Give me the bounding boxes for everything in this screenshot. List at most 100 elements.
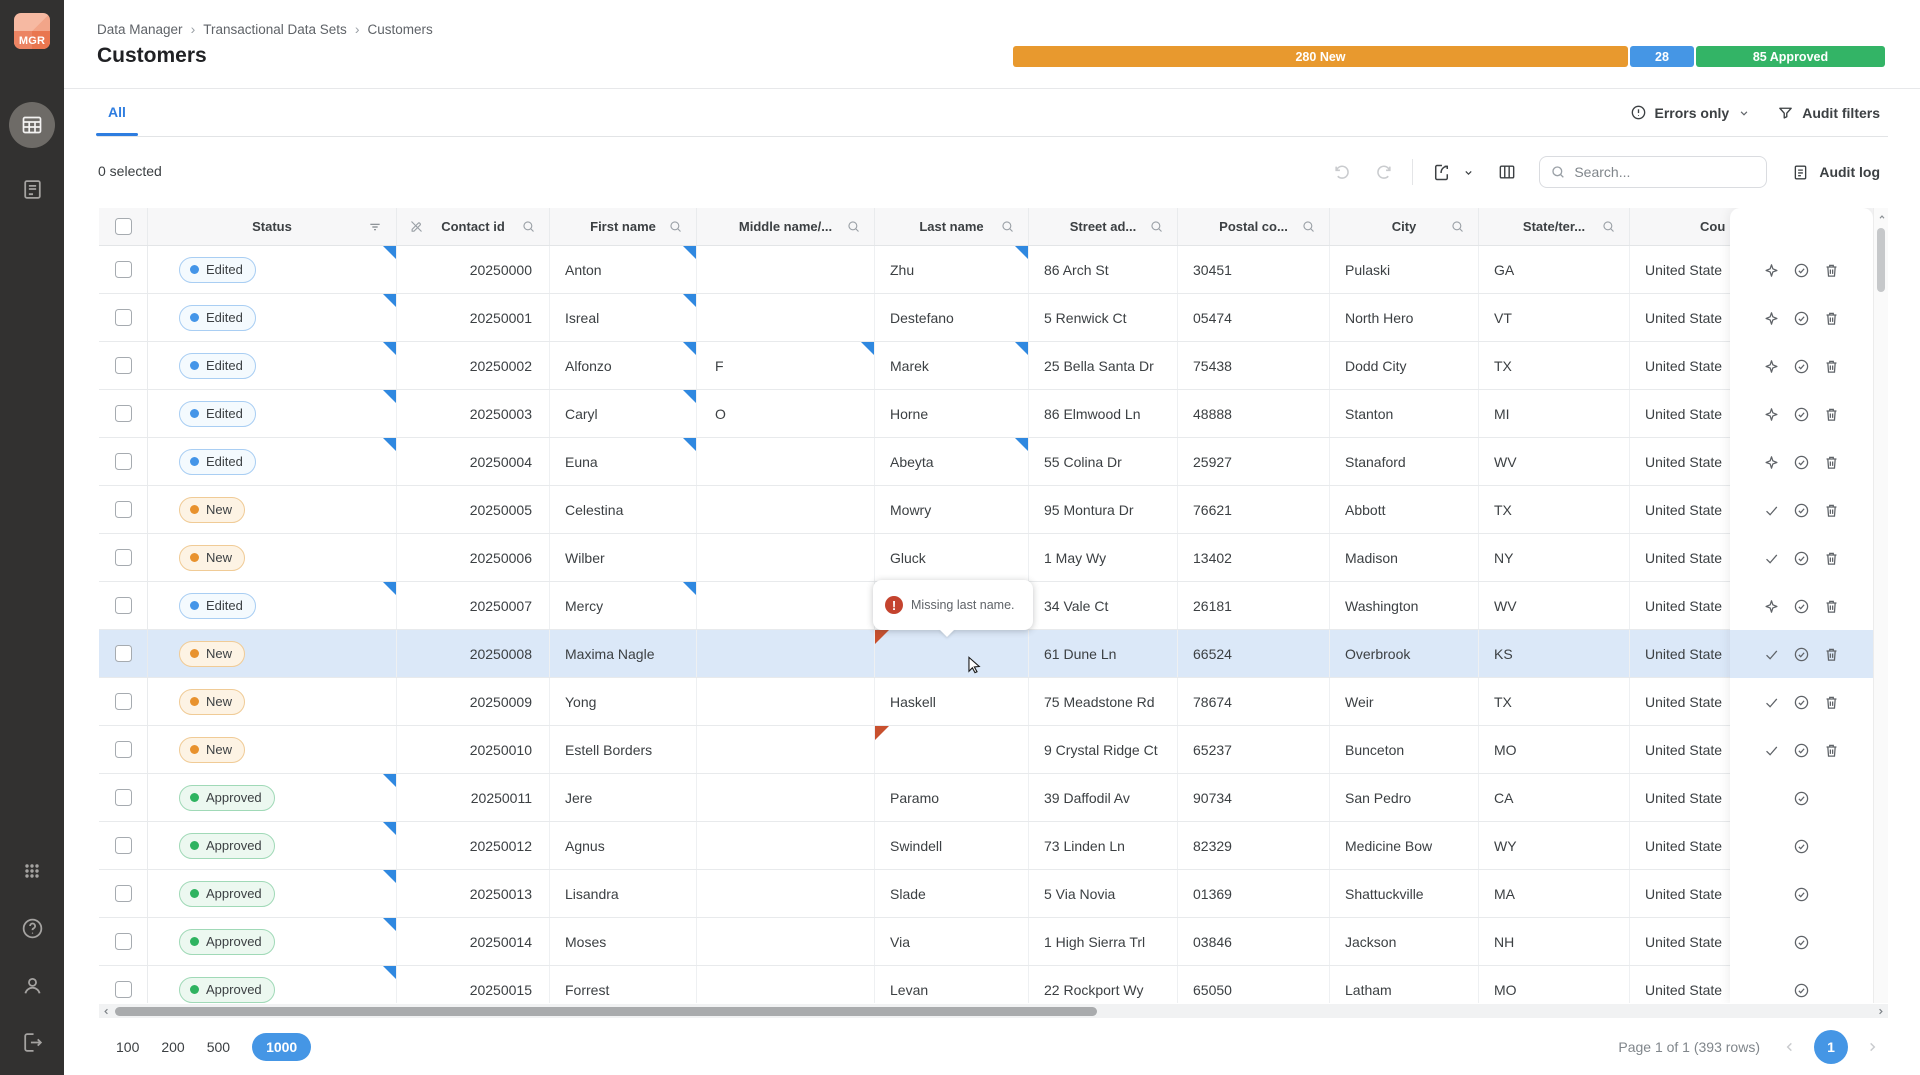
page-number-button[interactable]: 1 <box>1814 1030 1848 1064</box>
verify-circle-icon[interactable] <box>1793 886 1810 903</box>
restore-icon[interactable] <box>1763 598 1780 615</box>
verify-circle-icon[interactable] <box>1793 742 1810 759</box>
export-chevron-down-icon[interactable] <box>1462 166 1475 179</box>
filter-icon[interactable] <box>367 219 383 235</box>
tab-all[interactable]: All <box>96 104 138 120</box>
verify-circle-icon[interactable] <box>1793 598 1810 615</box>
export-button[interactable] <box>1431 162 1452 183</box>
delete-icon[interactable] <box>1823 502 1840 519</box>
restore-icon[interactable] <box>1763 406 1780 423</box>
verify-circle-icon[interactable] <box>1793 838 1810 855</box>
undo-button[interactable] <box>1332 162 1352 182</box>
column-search-icon[interactable] <box>846 219 861 234</box>
column-header-street[interactable]: Street ad... <box>1029 208 1178 245</box>
audit-log-button[interactable]: Audit log <box>1791 163 1880 182</box>
row-checkbox[interactable] <box>115 693 132 710</box>
row-checkbox[interactable] <box>115 549 132 566</box>
search-input[interactable] <box>1574 164 1756 180</box>
row-checkbox[interactable] <box>115 501 132 518</box>
scroll-up-icon[interactable] <box>1875 211 1888 223</box>
sidebar-item-logout[interactable] <box>19 1029 45 1055</box>
column-header-city[interactable]: City <box>1330 208 1479 245</box>
delete-icon[interactable] <box>1823 550 1840 567</box>
row-checkbox[interactable] <box>115 837 132 854</box>
verify-circle-icon[interactable] <box>1793 550 1810 567</box>
redo-button[interactable] <box>1374 162 1394 182</box>
column-header-contact_id[interactable]: Contact id <box>397 208 550 245</box>
approve-check-icon[interactable] <box>1763 694 1780 711</box>
approve-check-icon[interactable] <box>1763 502 1780 519</box>
verify-circle-icon[interactable] <box>1793 982 1810 999</box>
horizontal-scroll-thumb[interactable] <box>115 1007 1097 1016</box>
verify-circle-icon[interactable] <box>1793 406 1810 423</box>
row-checkbox[interactable] <box>115 453 132 470</box>
verify-circle-icon[interactable] <box>1793 934 1810 951</box>
breadcrumb-data-manager[interactable]: Data Manager <box>97 22 183 37</box>
row-checkbox[interactable] <box>115 789 132 806</box>
column-search-icon[interactable] <box>668 219 683 234</box>
sidebar-item-data-sets[interactable] <box>9 102 55 148</box>
verify-circle-icon[interactable] <box>1793 358 1810 375</box>
column-header-status[interactable]: Status <box>148 208 397 245</box>
approve-check-icon[interactable] <box>1763 742 1780 759</box>
verify-circle-icon[interactable] <box>1793 262 1810 279</box>
verify-circle-icon[interactable] <box>1793 646 1810 663</box>
delete-icon[interactable] <box>1823 310 1840 327</box>
page-previous-button[interactable] <box>1782 1039 1798 1055</box>
restore-icon[interactable] <box>1763 310 1780 327</box>
delete-icon[interactable] <box>1823 406 1840 423</box>
verify-circle-icon[interactable] <box>1793 502 1810 519</box>
column-header-last_name[interactable]: Last name <box>875 208 1029 245</box>
verify-circle-icon[interactable] <box>1793 310 1810 327</box>
delete-icon[interactable] <box>1823 358 1840 375</box>
page-size-200[interactable]: 200 <box>161 1039 184 1055</box>
horizontal-scrollbar[interactable] <box>99 1004 1888 1018</box>
delete-icon[interactable] <box>1823 646 1840 663</box>
column-header-postal[interactable]: Postal co... <box>1178 208 1330 245</box>
delete-icon[interactable] <box>1823 694 1840 711</box>
column-header-middle_name[interactable]: Middle name/... <box>697 208 875 245</box>
row-checkbox[interactable] <box>115 261 132 278</box>
row-checkbox[interactable] <box>115 405 132 422</box>
column-header-first_name[interactable]: First name <box>550 208 697 245</box>
row-checkbox[interactable] <box>115 933 132 950</box>
breadcrumb-customers[interactable]: Customers <box>367 22 432 37</box>
columns-button[interactable] <box>1497 162 1517 182</box>
sidebar-item-profile[interactable] <box>19 972 45 998</box>
sidebar-item-help[interactable] <box>19 915 45 941</box>
column-search-icon[interactable] <box>521 219 536 234</box>
restore-icon[interactable] <box>1763 454 1780 471</box>
row-checkbox[interactable] <box>115 885 132 902</box>
errors-only-dropdown[interactable]: Errors only <box>1630 104 1752 121</box>
column-search-icon[interactable] <box>1601 219 1616 234</box>
verify-circle-icon[interactable] <box>1793 790 1810 807</box>
page-size-500[interactable]: 500 <box>207 1039 230 1055</box>
verify-circle-icon[interactable] <box>1793 454 1810 471</box>
page-size-100[interactable]: 100 <box>116 1039 139 1055</box>
row-checkbox[interactable] <box>115 357 132 374</box>
restore-icon[interactable] <box>1763 358 1780 375</box>
delete-icon[interactable] <box>1823 742 1840 759</box>
select-all-checkbox[interactable] <box>115 218 132 235</box>
column-search-icon[interactable] <box>1450 219 1465 234</box>
restore-icon[interactable] <box>1763 262 1780 279</box>
mgr-logo[interactable]: MGR <box>14 13 50 49</box>
column-header-state[interactable]: State/ter... <box>1479 208 1630 245</box>
verify-circle-icon[interactable] <box>1793 694 1810 711</box>
column-search-icon[interactable] <box>1000 219 1015 234</box>
sidebar-item-apps[interactable] <box>19 858 45 884</box>
scroll-left-icon[interactable] <box>101 1004 112 1018</box>
breadcrumb-transactional-data-sets[interactable]: Transactional Data Sets <box>203 22 347 37</box>
vertical-scrollbar[interactable] <box>1873 208 1888 1003</box>
delete-icon[interactable] <box>1823 454 1840 471</box>
column-search-icon[interactable] <box>1301 219 1316 234</box>
delete-icon[interactable] <box>1823 262 1840 279</box>
page-next-button[interactable] <box>1864 1039 1880 1055</box>
approve-check-icon[interactable] <box>1763 646 1780 663</box>
sidebar-item-catalog[interactable] <box>19 176 45 202</box>
delete-icon[interactable] <box>1823 598 1840 615</box>
page-size-1000[interactable]: 1000 <box>252 1033 311 1061</box>
approve-check-icon[interactable] <box>1763 550 1780 567</box>
row-checkbox[interactable] <box>115 741 132 758</box>
scroll-right-icon[interactable] <box>1875 1004 1886 1018</box>
